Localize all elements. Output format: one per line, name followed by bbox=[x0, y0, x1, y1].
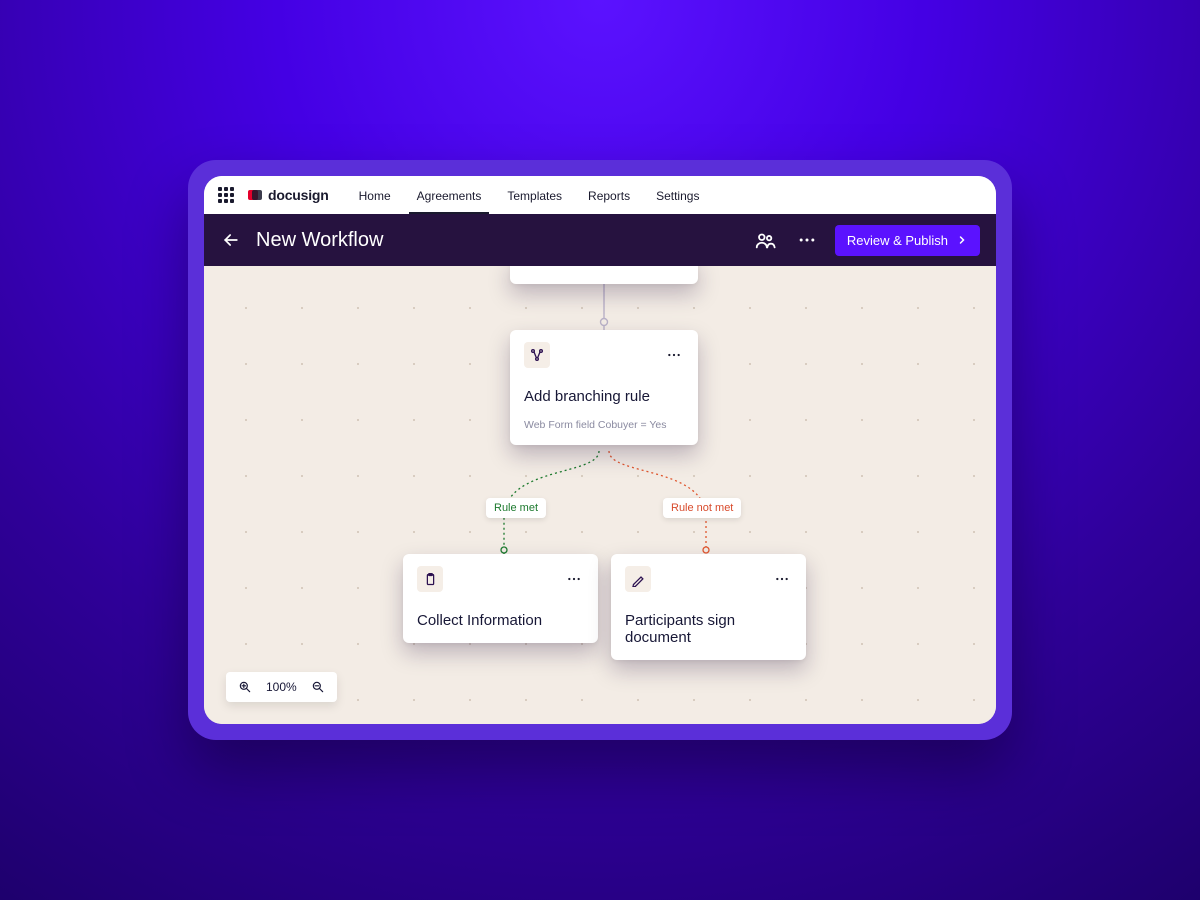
rule-met-label: Rule met bbox=[486, 498, 546, 518]
zoom-in-icon bbox=[238, 680, 252, 694]
node-title: Participants sign document bbox=[625, 612, 792, 646]
more-horizontal-icon bbox=[797, 230, 817, 250]
more-horizontal-icon bbox=[666, 347, 682, 363]
tab-reports[interactable]: Reports bbox=[586, 177, 632, 213]
participants-button[interactable] bbox=[751, 226, 779, 254]
page-title: New Workflow bbox=[256, 229, 383, 252]
tab-home[interactable]: Home bbox=[357, 177, 393, 213]
workflow-node-sign-document[interactable]: Participants sign document bbox=[611, 554, 806, 660]
node-more-button[interactable] bbox=[772, 569, 792, 589]
workflow-canvas[interactable]: Add branching rule Web Form field Cobuye… bbox=[204, 266, 996, 724]
branching-icon bbox=[524, 342, 550, 368]
node-more-button[interactable] bbox=[564, 569, 584, 589]
apps-grid-icon[interactable] bbox=[218, 187, 234, 203]
zoom-level: 100% bbox=[266, 680, 297, 694]
arrow-left-icon bbox=[221, 230, 241, 250]
workflow-node-previous[interactable] bbox=[510, 266, 698, 284]
tab-templates[interactable]: Templates bbox=[505, 177, 564, 213]
zoom-in-button[interactable] bbox=[238, 680, 252, 694]
review-publish-label: Review & Publish bbox=[847, 233, 948, 248]
zoom-out-icon bbox=[311, 680, 325, 694]
tab-agreements[interactable]: Agreements bbox=[415, 177, 484, 213]
sign-icon bbox=[625, 566, 651, 592]
tab-settings[interactable]: Settings bbox=[654, 177, 701, 213]
page-header: New Workflow Review & Publish bbox=[204, 214, 996, 266]
more-actions-button[interactable] bbox=[793, 226, 821, 254]
chevron-right-icon bbox=[956, 234, 968, 246]
node-title: Add branching rule bbox=[524, 388, 684, 405]
rule-not-met-label: Rule not met bbox=[663, 498, 741, 518]
brand-name: docusign bbox=[268, 187, 329, 203]
top-nav: docusign Home Agreements Templates Repor… bbox=[204, 176, 996, 214]
node-subtitle: Web Form field Cobuyer = Yes bbox=[524, 419, 684, 431]
back-button[interactable] bbox=[220, 229, 242, 251]
more-horizontal-icon bbox=[566, 571, 582, 587]
workflow-node-branching[interactable]: Add branching rule Web Form field Cobuye… bbox=[510, 330, 698, 445]
node-more-button[interactable] bbox=[664, 345, 684, 365]
zoom-out-button[interactable] bbox=[311, 680, 325, 694]
workflow-node-collect-information[interactable]: Collect Information bbox=[403, 554, 598, 643]
clipboard-icon bbox=[417, 566, 443, 592]
more-horizontal-icon bbox=[774, 571, 790, 587]
nav-tabs: Home Agreements Templates Reports Settin… bbox=[357, 177, 702, 213]
zoom-control: 100% bbox=[226, 672, 337, 702]
brand[interactable]: docusign bbox=[248, 187, 329, 203]
node-title: Collect Information bbox=[417, 612, 584, 629]
review-publish-button[interactable]: Review & Publish bbox=[835, 225, 980, 256]
brand-logo-icon bbox=[248, 188, 262, 202]
people-icon bbox=[754, 229, 776, 251]
